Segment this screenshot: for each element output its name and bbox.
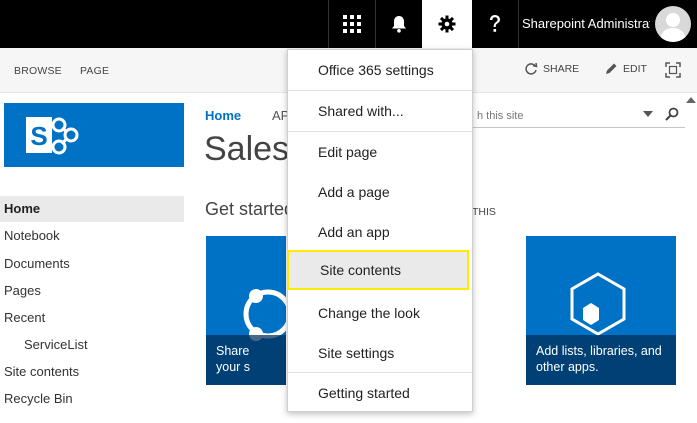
focus-mode-icon[interactable] (665, 62, 681, 78)
user-avatar-icon (660, 13, 686, 42)
sharepoint-logo-icon: S (26, 117, 79, 155)
nav-item-home[interactable]: Home (0, 196, 184, 222)
bell-icon (392, 16, 406, 33)
site-logo[interactable]: S (4, 103, 184, 167)
share-label: SHARE (543, 63, 580, 75)
user-name[interactable]: Sharepoint Administrator (522, 16, 650, 31)
tab-page[interactable]: PAGE (80, 65, 109, 77)
chevron-down-icon[interactable] (643, 110, 653, 118)
edit-label: EDIT (623, 63, 647, 75)
settings-menu: Office 365 settings Shared with... Edit … (287, 49, 473, 412)
share-icon (525, 62, 538, 75)
edit-button[interactable]: EDIT (604, 62, 647, 76)
tab-browse[interactable]: BROWSE (14, 65, 62, 77)
nav-item-notebook[interactable]: Notebook (0, 223, 184, 249)
svg-text:S: S (30, 121, 47, 151)
menu-item-site-settings[interactable]: Site settings (288, 333, 472, 373)
share-site-tile[interactable]: Share your s (206, 236, 286, 385)
notifications-button[interactable] (375, 0, 422, 48)
add-apps-caption: Add lists, libraries, and other apps. (526, 335, 676, 385)
nav-item-documents[interactable]: Documents (0, 251, 184, 277)
menu-item-office-365-settings[interactable]: Office 365 settings (288, 50, 472, 90)
settings-button[interactable] (422, 0, 472, 48)
nav-item-recent[interactable]: Recent (0, 305, 184, 331)
search-icon[interactable] (665, 107, 679, 121)
share-button[interactable]: SHARE (524, 62, 579, 76)
get-started-heading: Get started (205, 199, 295, 219)
remove-this-link[interactable]: THIS (472, 206, 496, 218)
app-launcher-button[interactable] (328, 0, 375, 48)
hexagon-apps-icon (570, 272, 626, 336)
menu-item-add-a-page[interactable]: Add a page (288, 172, 472, 212)
menu-item-change-the-look[interactable]: Change the look (288, 293, 472, 333)
menu-item-edit-page[interactable]: Edit page (288, 132, 472, 172)
gear-icon (438, 15, 456, 33)
menu-item-getting-started[interactable]: Getting started (288, 373, 472, 413)
app-launcher-icon (343, 15, 361, 33)
nav-item-recycle-bin[interactable]: Recycle Bin (0, 386, 184, 412)
add-apps-tile[interactable]: Add lists, libraries, and other apps. (526, 236, 676, 385)
menu-item-shared-with[interactable]: Shared with... (288, 91, 472, 131)
menu-item-site-contents[interactable]: Site contents (287, 250, 469, 290)
nav-item-site-contents[interactable]: Site contents (0, 359, 184, 385)
help-icon (490, 15, 500, 32)
menu-item-add-an-app[interactable]: Add an app (288, 212, 472, 252)
scroll-up-icon[interactable] (686, 96, 696, 104)
nav-item-servicelist[interactable]: ServiceList (0, 332, 184, 358)
suite-bar: Sharepoint Administrator (0, 0, 697, 48)
page-title: Sales (204, 130, 290, 168)
pencil-icon (606, 63, 617, 74)
help-button[interactable] (472, 0, 519, 48)
breadcrumb-home[interactable]: Home (205, 108, 241, 123)
avatar[interactable] (655, 6, 691, 42)
share-site-caption: Share your s (206, 335, 286, 385)
search-placeholder: h this site (477, 110, 524, 122)
nav-item-pages[interactable]: Pages (0, 278, 184, 304)
